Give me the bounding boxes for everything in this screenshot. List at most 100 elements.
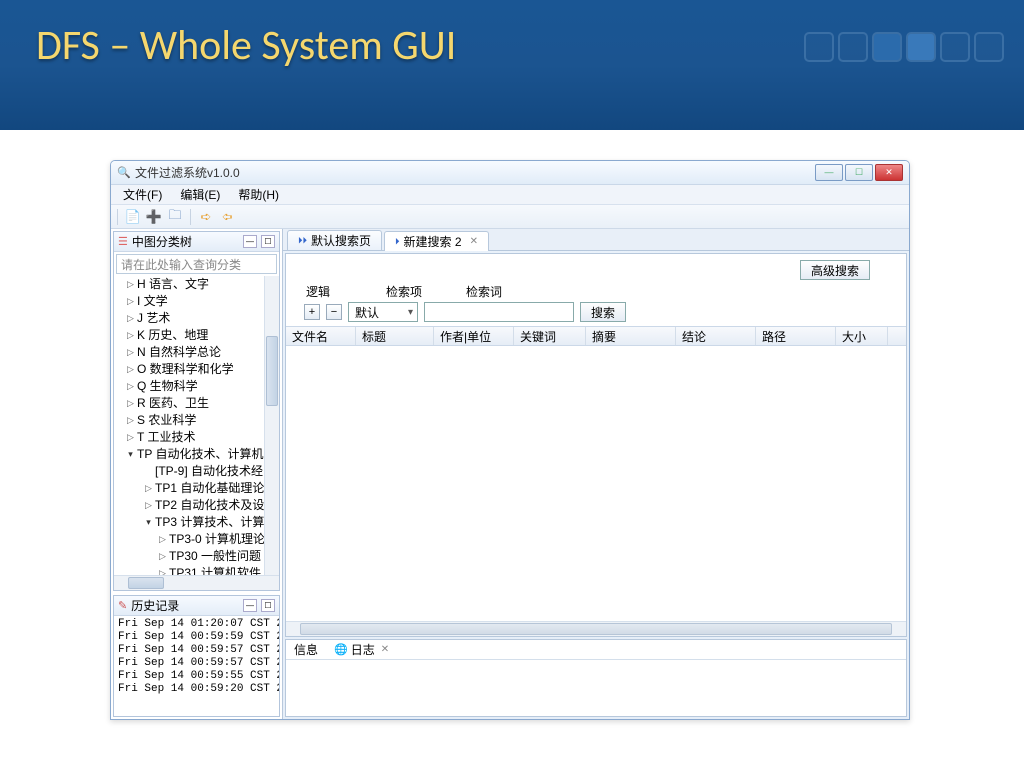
tree-item[interactable]: ▷Q 生物科学: [114, 378, 279, 395]
expand-arrow-icon[interactable]: ▷: [126, 430, 135, 445]
column-header[interactable]: 结论: [676, 327, 756, 345]
tree-item[interactable]: ▷H 语言、文字: [114, 276, 279, 293]
panel-max-button[interactable]: ☐: [261, 599, 275, 612]
tree-item[interactable]: ▷K 历史、地理: [114, 327, 279, 344]
close-button[interactable]: ✕: [875, 164, 903, 181]
add-icon[interactable]: ➕: [146, 209, 162, 225]
expand-arrow-icon[interactable]: ▷: [158, 549, 167, 564]
tree-item[interactable]: ▷TP2 自动化技术及设: [114, 497, 279, 514]
expand-arrow-icon[interactable]: ▷: [126, 294, 135, 309]
tree-panel: ☰ 中图分类树 — ☐ 请在此处输入查询分类 ▷H 语言、文字▷I 文学▷J 艺…: [113, 231, 280, 591]
titlebar[interactable]: 🔍 文件过滤系统v1.0.0 — ☐ ✕: [111, 161, 909, 185]
tab-label: 日志: [351, 641, 375, 658]
tree-item-label: [TP-9] 自动化技术经: [155, 464, 263, 479]
app-window: 🔍 文件过滤系统v1.0.0 — ☐ ✕ 文件(F) 编辑(E) 帮助(H) 📄…: [110, 160, 910, 720]
history-entry[interactable]: Fri Sep 14 01:20:07 CST 2007: [118, 618, 275, 631]
tree-item[interactable]: ▷TP30 一般性问题: [114, 548, 279, 565]
expand-arrow-icon[interactable]: ▷: [126, 396, 135, 411]
list-icon: ☰: [118, 235, 128, 248]
advanced-search-button[interactable]: 高级搜索: [800, 260, 870, 280]
tree-item[interactable]: ▷N 自然科学总论: [114, 344, 279, 361]
tab-info[interactable]: 信息: [290, 641, 322, 658]
column-header[interactable]: 摘要: [586, 327, 676, 345]
right-column: ⏵⏵ 默认搜索页 ⏵ 新建搜索 2 ✕ 高级搜索: [283, 229, 909, 719]
expand-arrow-icon[interactable]: ▾: [126, 447, 135, 462]
tree-item-label: O 数理科学和化学: [137, 362, 234, 377]
tab-log[interactable]: 🌐 日志 ✕: [330, 641, 393, 658]
column-header[interactable]: 关键词: [514, 327, 586, 345]
tree-item[interactable]: ▾TP 自动化技术、计算机技: [114, 446, 279, 463]
tree-item-label: Q 生物科学: [137, 379, 198, 394]
bottom-pane: 信息 🌐 日志 ✕: [285, 639, 907, 717]
expand-arrow-icon[interactable]: ▷: [158, 566, 167, 575]
add-row-button[interactable]: +: [304, 304, 320, 320]
search-button[interactable]: 搜索: [580, 302, 626, 322]
column-header[interactable]: 作者|单位: [434, 327, 514, 345]
play-icon: ⏵: [395, 236, 400, 247]
search-pane: 高级搜索 逻辑 检索项 检索词 + − 默认 搜索: [285, 253, 907, 637]
forward-icon[interactable]: ➪: [198, 209, 214, 225]
column-header[interactable]: 标题: [356, 327, 434, 345]
expand-arrow-icon[interactable]: ▷: [158, 532, 167, 547]
tree-item[interactable]: ▷O 数理科学和化学: [114, 361, 279, 378]
tree-item-label: N 自然科学总论: [137, 345, 221, 360]
tree-item[interactable]: ▷TP3-0 计算机理论: [114, 531, 279, 548]
column-header[interactable]: 文件名: [286, 327, 356, 345]
history-body: Fri Sep 14 01:20:07 CST 2007Fri Sep 14 0…: [114, 616, 279, 716]
column-header[interactable]: 大小: [836, 327, 888, 345]
table-horizontal-scrollbar[interactable]: [286, 621, 906, 636]
history-entry[interactable]: Fri Sep 14 00:59:20 CST 2007: [118, 683, 275, 696]
tree-item-label: K 历史、地理: [137, 328, 208, 343]
term-input[interactable]: [424, 302, 574, 322]
history-panel-title: 历史记录: [131, 597, 239, 614]
expand-arrow-icon[interactable]: ▷: [126, 277, 135, 292]
term-label: 检索词: [466, 283, 506, 300]
tab-new-search-2[interactable]: ⏵ 新建搜索 2 ✕: [384, 231, 489, 251]
field-select[interactable]: 默认: [348, 302, 418, 322]
minimize-button[interactable]: —: [815, 164, 843, 181]
history-entry[interactable]: Fri Sep 14 00:59:57 CST 2007: [118, 644, 275, 657]
menu-help[interactable]: 帮助(H): [230, 185, 287, 204]
tab-close-icon[interactable]: ✕: [470, 236, 478, 247]
tree-item[interactable]: ▷T 工业技术: [114, 429, 279, 446]
menu-edit[interactable]: 编辑(E): [172, 185, 228, 204]
tree-item[interactable]: ▷R 医药、卫生: [114, 395, 279, 412]
tree-item[interactable]: ▷J 艺术: [114, 310, 279, 327]
column-header[interactable]: 路径: [756, 327, 836, 345]
history-entry[interactable]: Fri Sep 14 00:59:57 CST 2007: [118, 657, 275, 670]
expand-arrow-icon[interactable]: ▷: [126, 413, 135, 428]
folder-icon[interactable]: 🗀: [167, 209, 183, 225]
tab-default-search[interactable]: ⏵⏵ 默认搜索页: [287, 230, 382, 250]
tree-item[interactable]: ▾TP3 计算技术、计算机: [114, 514, 279, 531]
horizontal-scrollbar[interactable]: [114, 575, 279, 590]
maximize-button[interactable]: ☐: [845, 164, 873, 181]
panel-min-button[interactable]: —: [243, 599, 257, 612]
expand-arrow-icon[interactable]: ▷: [126, 328, 135, 343]
expand-arrow-icon[interactable]: ▾: [144, 515, 153, 530]
expand-arrow-icon[interactable]: ▷: [126, 362, 135, 377]
history-entry[interactable]: Fri Sep 14 00:59:55 CST 2007: [118, 670, 275, 683]
results-table-body: [286, 346, 906, 621]
expand-arrow-icon[interactable]: ▷: [126, 379, 135, 394]
tree-item[interactable]: ▷TP1 自动化基础理论: [114, 480, 279, 497]
expand-arrow-icon[interactable]: ▷: [126, 311, 135, 326]
expand-arrow-icon[interactable]: ▷: [144, 498, 153, 513]
menu-file[interactable]: 文件(F): [115, 185, 170, 204]
expand-arrow-icon[interactable]: ▷: [144, 481, 153, 496]
vertical-scrollbar[interactable]: [264, 276, 279, 575]
remove-row-button[interactable]: −: [326, 304, 342, 320]
tree-search-input[interactable]: 请在此处输入查询分类: [116, 254, 277, 274]
panel-max-button[interactable]: ☐: [261, 235, 275, 248]
expand-arrow-icon[interactable]: ▷: [126, 345, 135, 360]
back-icon[interactable]: ➪: [219, 209, 235, 225]
tab-close-icon[interactable]: ✕: [381, 644, 389, 655]
tree-item[interactable]: ▷S 农业科学: [114, 412, 279, 429]
tree-item-label: TP1 自动化基础理论: [155, 481, 264, 496]
tree-item[interactable]: ▷I 文学: [114, 293, 279, 310]
panel-min-button[interactable]: —: [243, 235, 257, 248]
tree-item[interactable]: [TP-9] 自动化技术经: [114, 463, 279, 480]
history-entry[interactable]: Fri Sep 14 00:59:59 CST 2007: [118, 631, 275, 644]
tree-item[interactable]: ▷TP31 计算机软件: [114, 565, 279, 575]
tree-item-label: S 农业科学: [137, 413, 196, 428]
new-icon[interactable]: 📄: [125, 209, 141, 225]
